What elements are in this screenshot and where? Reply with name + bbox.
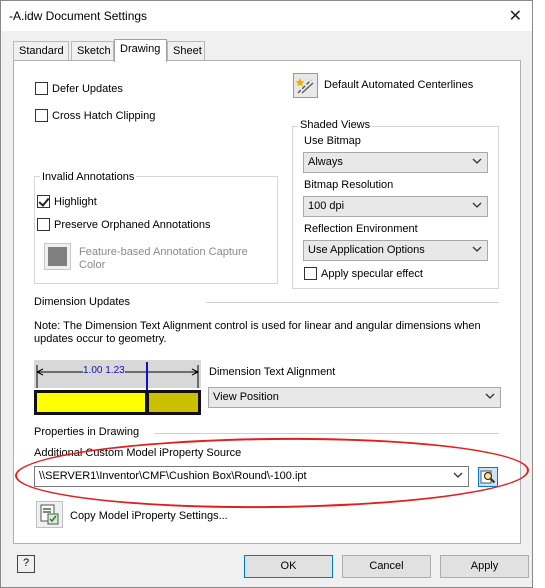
properties-in-drawing-title: Properties in Drawing (34, 426, 140, 438)
preserve-orphaned-checkbox[interactable]: Preserve Orphaned Annotations (37, 218, 211, 231)
cancel-label: Cancel (369, 560, 404, 572)
chevron-down-icon (472, 202, 482, 208)
cross-hatch-clipping-checkbox[interactable]: Cross Hatch Clipping (35, 109, 155, 122)
specular-effect-label: Apply specular effect (321, 267, 423, 280)
bitmap-resolution-value: 100 dpi (308, 200, 345, 212)
tab-label: Drawing (120, 43, 161, 55)
checkbox-box[interactable] (35, 82, 48, 95)
chevron-down-icon (485, 393, 495, 399)
reflection-environment-label: Reflection Environment (304, 223, 418, 235)
checkbox-box[interactable] (304, 267, 317, 280)
bitmap-resolution-label: Bitmap Resolution (304, 179, 394, 191)
bitmap-resolution-select[interactable]: 100 dpi (303, 196, 488, 217)
chevron-down-icon (453, 472, 463, 478)
browse-button[interactable] (478, 467, 498, 487)
browse-icon (480, 470, 496, 484)
defer-updates-checkbox[interactable]: Defer Updates (35, 82, 123, 95)
iproperty-source-select[interactable]: \\SERVER1\Inventor\CMF\Cushion Box\Round… (34, 466, 469, 487)
dimension-updates-title: Dimension Updates (34, 296, 130, 308)
dimension-alignment-select[interactable]: View Position (208, 387, 501, 408)
chevron-down-icon (472, 246, 482, 252)
ok-label: OK (280, 560, 297, 572)
capture-color-label-2: Color (79, 259, 106, 271)
dimension-alignment-value: View Position (213, 391, 279, 403)
capture-color-label: Feature-based Annotation Capture (79, 246, 248, 258)
tab-sheet[interactable]: Sheet (167, 41, 205, 61)
dimension-alignment-preview: 1.00 1.23 (34, 360, 201, 418)
checkbox-box[interactable] (37, 195, 50, 208)
iproperty-source-label: Additional Custom Model iProperty Source (34, 447, 242, 459)
window-title: -A.idw Document Settings (9, 9, 148, 23)
checkbox-box[interactable] (35, 109, 48, 122)
checkbox-box[interactable] (37, 218, 50, 231)
tab-sketch[interactable]: Sketch (71, 41, 114, 61)
apply-button[interactable]: Apply (440, 555, 529, 578)
specular-effect-checkbox[interactable]: Apply specular effect (304, 267, 423, 280)
tab-drawing[interactable]: Drawing (114, 39, 167, 62)
centerline-icon (295, 78, 314, 94)
use-bitmap-value: Always (308, 156, 343, 168)
tab-label: Sheet (173, 45, 202, 57)
invalid-annotations-title: Invalid Annotations (40, 171, 137, 183)
default-centerlines-button[interactable] (293, 73, 318, 98)
use-bitmap-label: Use Bitmap (304, 135, 361, 147)
title-bar: -A.idw Document Settings ✕ (1, 1, 532, 31)
dimension-preview-text: 1.00 1.23 (83, 365, 125, 376)
close-icon[interactable]: ✕ (509, 6, 522, 26)
cross-hatch-clipping-label: Cross Hatch Clipping (52, 109, 156, 122)
document-settings-dialog: -A.idw Document Settings ✕ Standard Sket… (0, 0, 533, 588)
dimension-alignment-label: Dimension Text Alignment (209, 366, 336, 378)
color-swatch (48, 247, 67, 266)
tab-label: Standard (19, 45, 64, 57)
apply-label: Apply (470, 560, 499, 572)
use-bitmap-select[interactable]: Always (303, 152, 488, 173)
shaded-views-title: Shaded Views (298, 119, 373, 131)
copy-iproperty-settings-label: Copy Model iProperty Settings... (70, 510, 228, 522)
chevron-down-icon (472, 158, 482, 164)
drawing-tab-panel: Defer Updates Cross Hatch Clipping Defau… (13, 60, 521, 544)
defer-updates-label: Defer Updates (52, 82, 123, 95)
tab-standard[interactable]: Standard (13, 41, 69, 61)
default-centerlines-label: Default Automated Centerlines (324, 79, 474, 91)
copy-settings-icon (40, 504, 59, 525)
divider (154, 433, 499, 434)
reflection-environment-select[interactable]: Use Application Options (303, 240, 488, 261)
highlight-checkbox[interactable]: Highlight (37, 195, 97, 208)
tab-label: Sketch (77, 45, 111, 57)
reflection-environment-value: Use Application Options (308, 244, 425, 256)
help-button[interactable]: ? (17, 555, 35, 573)
dimension-note: Note: The Dimension Text Alignment contr… (34, 320, 481, 345)
preserve-orphaned-label: Preserve Orphaned Annotations (54, 218, 211, 231)
highlight-label: Highlight (54, 195, 97, 208)
help-icon: ? (22, 557, 30, 569)
cancel-button[interactable]: Cancel (342, 555, 431, 578)
capture-color-button[interactable] (44, 243, 71, 270)
divider (206, 302, 499, 303)
ok-button[interactable]: OK (244, 555, 333, 578)
copy-iproperty-settings-button[interactable] (36, 501, 63, 528)
iproperty-source-value: \\SERVER1\Inventor\CMF\Cushion Box\Round… (39, 470, 307, 482)
